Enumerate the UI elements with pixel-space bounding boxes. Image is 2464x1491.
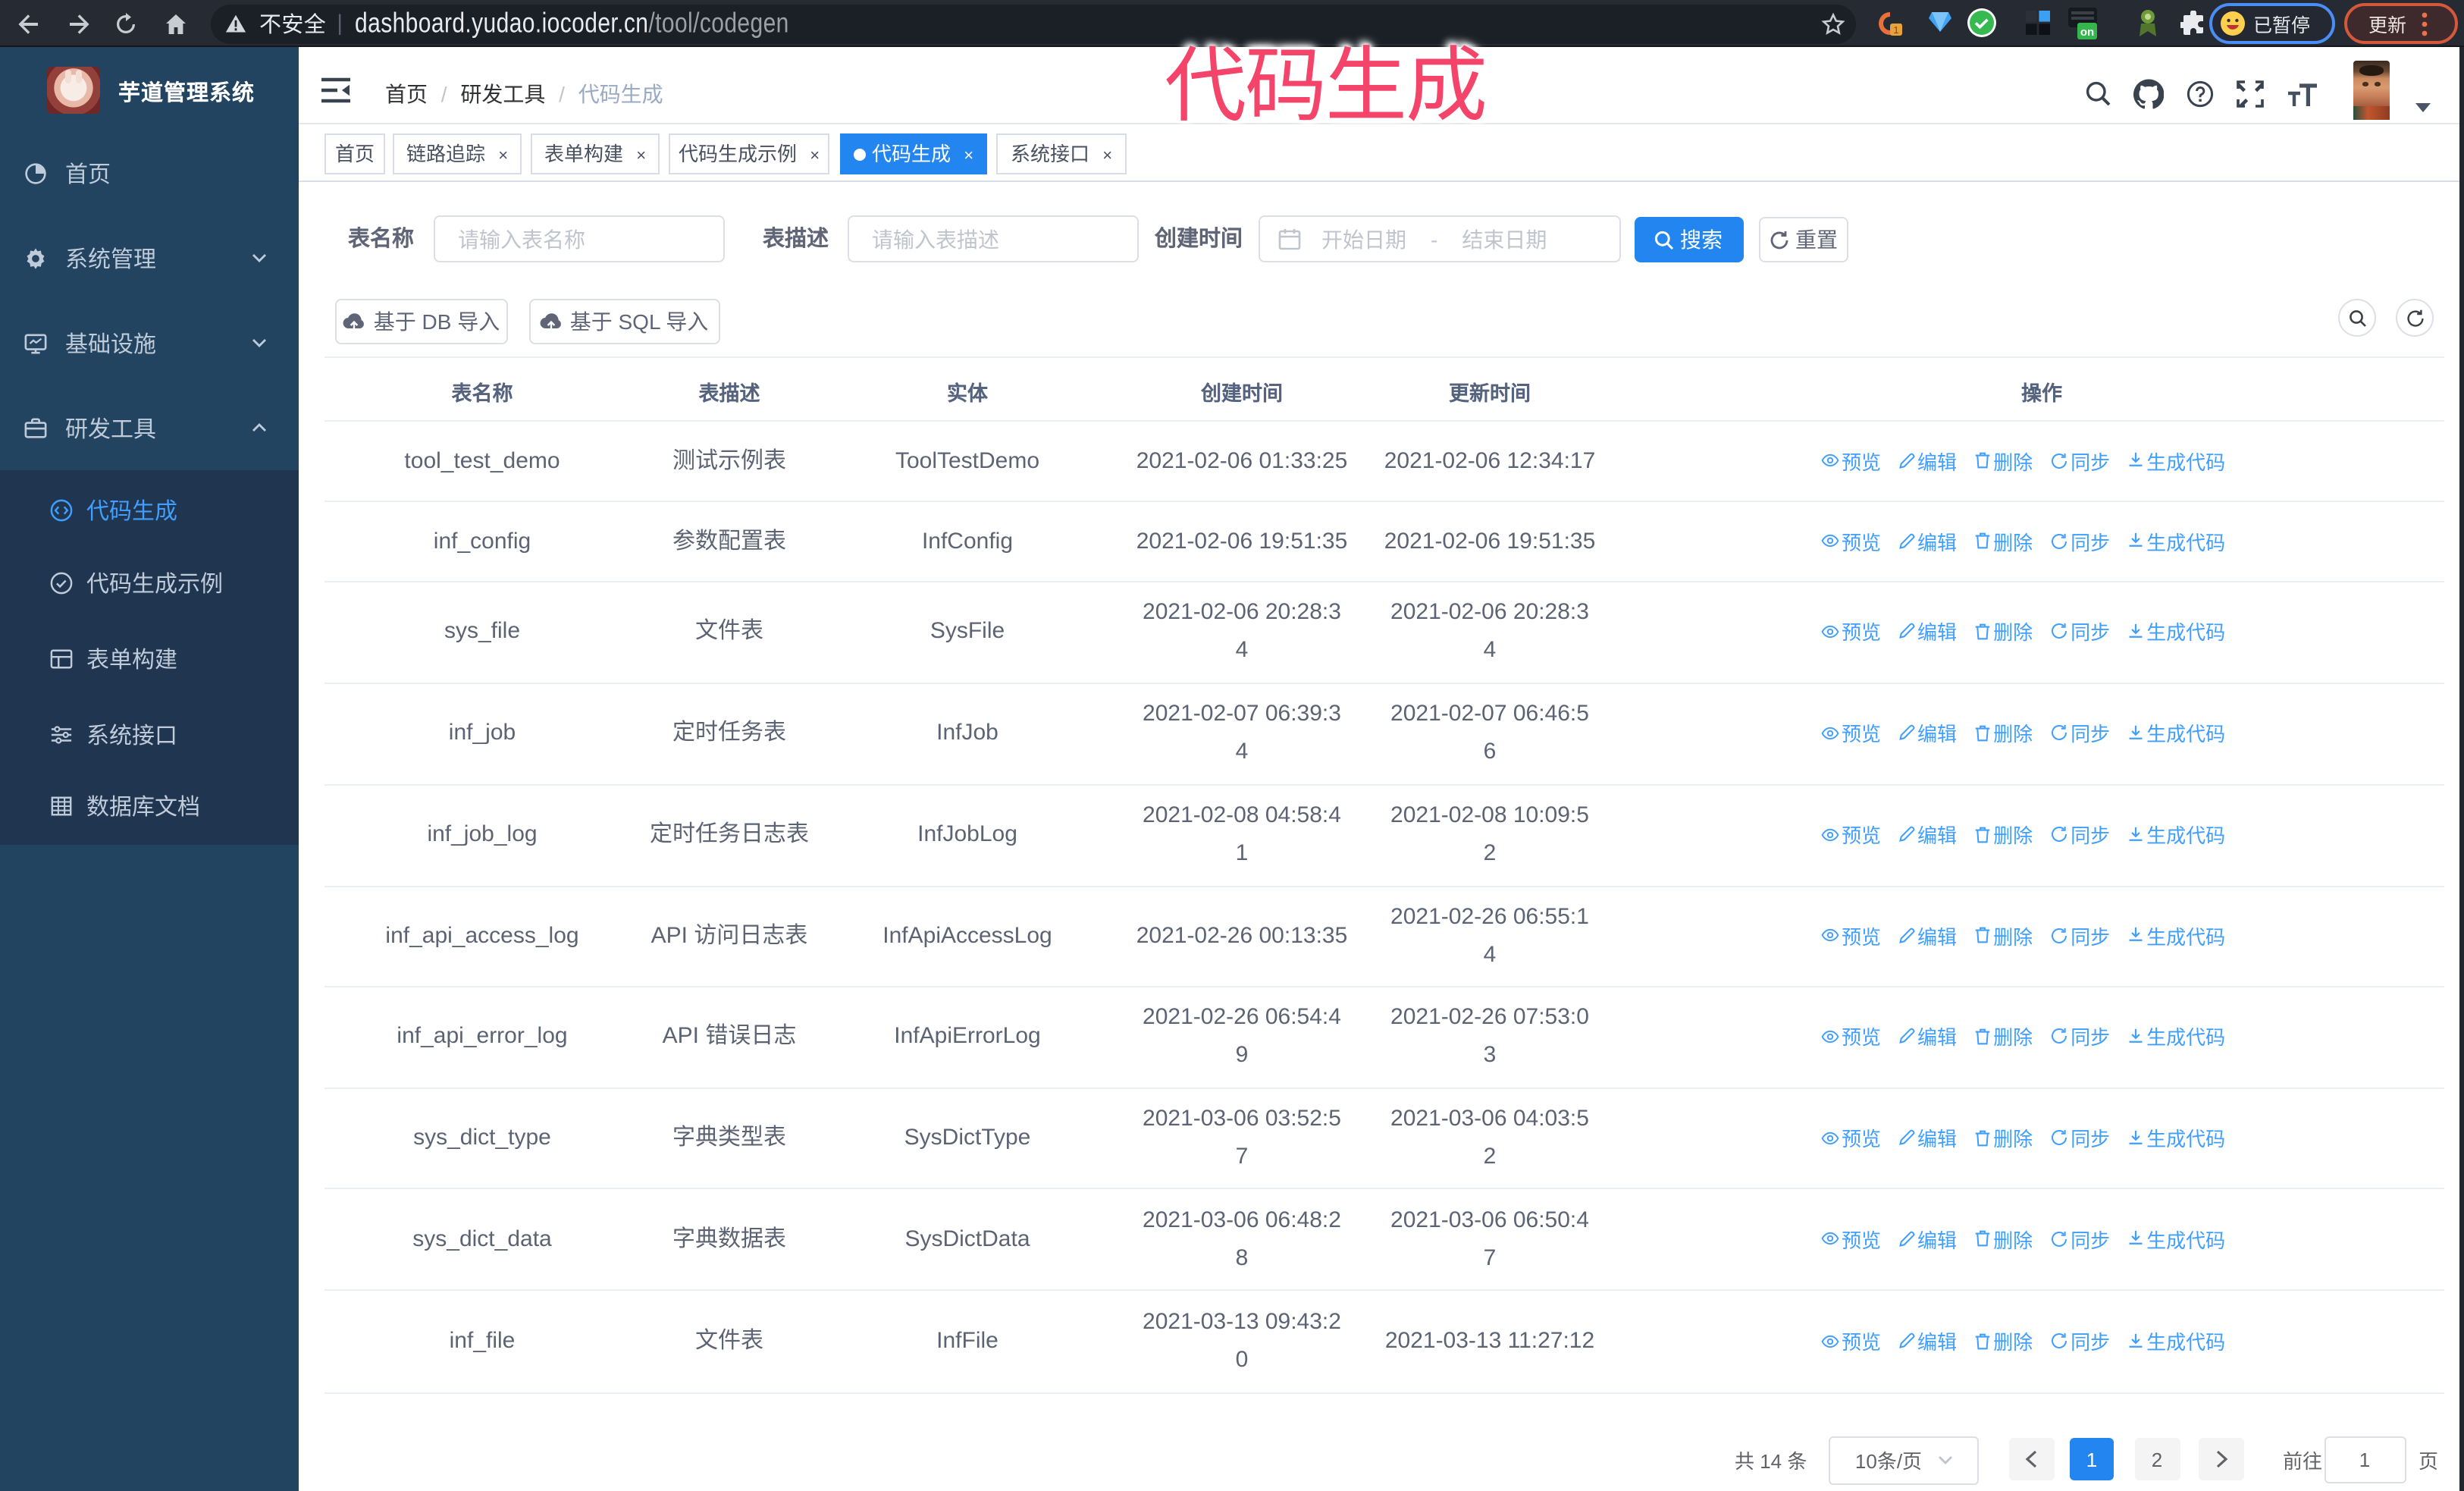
svg-text:on: on [2080,26,2094,39]
svg-text:1: 1 [1893,24,1898,36]
